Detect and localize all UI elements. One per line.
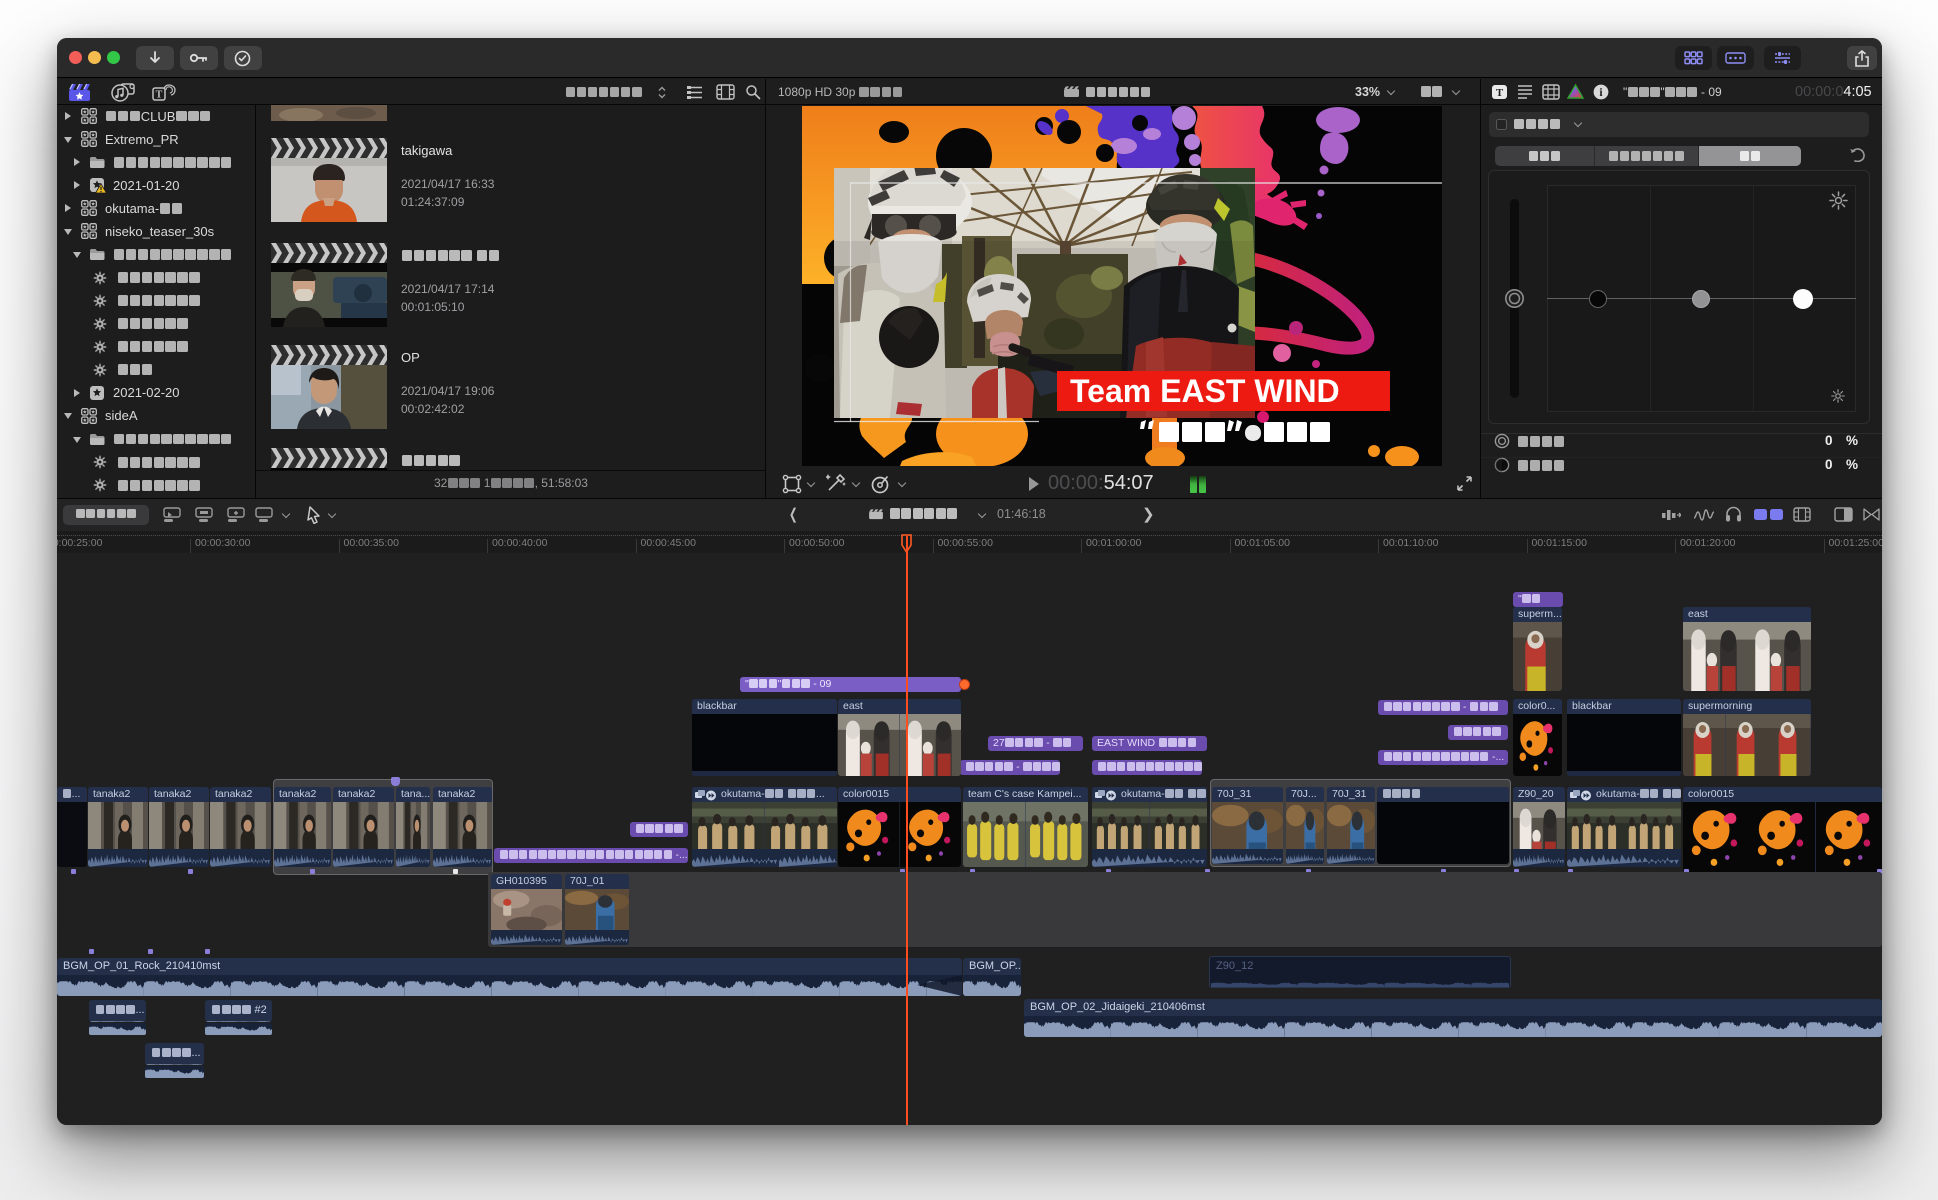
svg-text:T: T: [156, 90, 163, 101]
svg-text:Team EAST WIND: Team EAST WIND: [1070, 373, 1340, 409]
svg-text:T: T: [1496, 87, 1504, 99]
